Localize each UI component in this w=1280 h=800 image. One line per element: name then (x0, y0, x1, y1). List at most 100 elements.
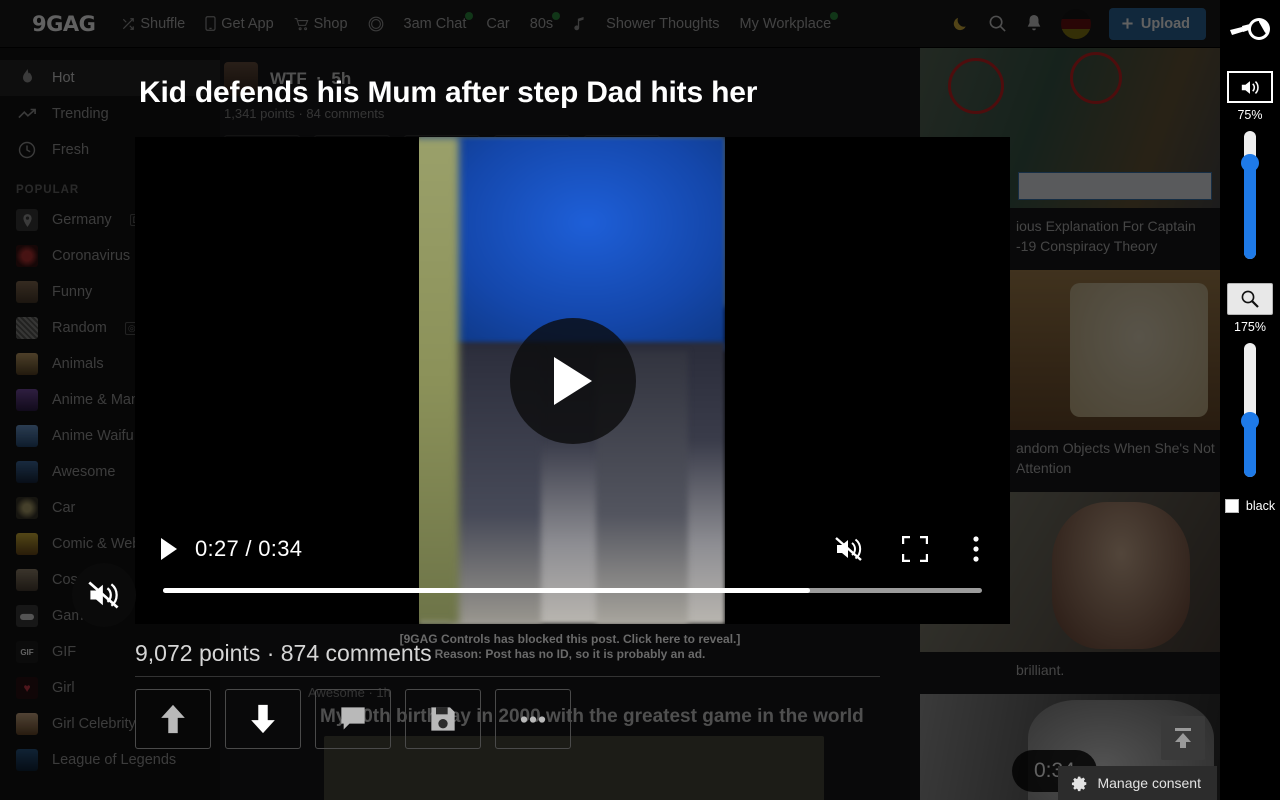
play-overlay-button[interactable] (509, 317, 636, 444)
nav-label: 3am Chat (403, 15, 467, 32)
plus-icon (1122, 18, 1133, 29)
header-nav: Shuffle Get App Shop 3am Chat Car 80s Sh… (121, 11, 951, 32)
gamepad-icon (16, 605, 38, 627)
play-button[interactable] (159, 537, 179, 561)
sidebar-item-label: Trending (52, 106, 109, 122)
volume-slider[interactable] (1241, 131, 1259, 259)
site-logo[interactable]: 9GAG (32, 12, 96, 36)
bell-icon[interactable] (1025, 14, 1043, 33)
comment-button[interactable] (315, 689, 391, 749)
controls-panel: 9 75% 175% black (1220, 0, 1280, 800)
location-pin-icon (16, 209, 38, 231)
checkbox-label: black (1245, 499, 1276, 513)
sidebar-item-label: Funny (52, 284, 93, 300)
new-indicator-dot (465, 11, 474, 20)
divider (135, 676, 880, 677)
site-header: 9GAG Shuffle Get App Shop 3am Chat Car 8… (0, 0, 1220, 48)
manage-consent-button[interactable]: Manage consent (1058, 766, 1217, 800)
arrow-down-icon (251, 704, 275, 734)
sidebar-item-label: Anime Waifu (52, 428, 134, 444)
9gag-controls-wrench-icon[interactable]: 9 (1228, 16, 1272, 57)
category-thumbnail (16, 533, 38, 555)
sidebar-item-label: Fresh (52, 142, 90, 158)
new-indicator-dot (552, 11, 561, 20)
muted-indicator[interactable] (72, 563, 136, 627)
sidebar-item-label: League of Legends (52, 752, 177, 768)
nav-item-car[interactable]: Car (486, 16, 509, 32)
floppy-disk-icon (431, 707, 455, 731)
zoom-slider-thumb[interactable] (1241, 412, 1259, 430)
category-thumbnail: GIF (16, 641, 38, 663)
nav-label: Car (486, 15, 510, 32)
flame-icon (16, 67, 38, 89)
nav-label: Shop (313, 15, 348, 32)
zoom-value: 175% (1234, 320, 1266, 334)
nav-item-80s[interactable]: 80s (529, 11, 561, 32)
checkbox-box[interactable] (1224, 499, 1239, 513)
video-time-display: 0:27 / 0:34 (195, 536, 303, 561)
manage-consent-label: Manage consent (1097, 775, 1201, 791)
music-note-icon (573, 16, 586, 31)
cart-icon (294, 17, 309, 31)
zoom-slider[interactable] (1241, 343, 1259, 477)
category-thumbnail (16, 245, 38, 267)
arrow-up-icon (161, 704, 185, 734)
category-thumbnail (16, 569, 38, 591)
avatar[interactable] (1060, 8, 1091, 39)
nav-item-my-workplace[interactable]: My Workplace (740, 11, 839, 32)
volume-muted-icon (88, 581, 119, 609)
speaker-icon (1241, 80, 1259, 94)
phone-icon (205, 16, 216, 31)
sidebar-item-label: Hot (52, 70, 75, 86)
speech-bubble-icon (341, 707, 365, 730)
search-icon[interactable] (988, 14, 1007, 33)
arrow-to-top-icon (1175, 728, 1191, 748)
sidebar-item-label: Animals (52, 356, 104, 372)
svg-text:9: 9 (1255, 23, 1262, 37)
nav-item-shower-thoughts[interactable]: Shower Thoughts (606, 16, 719, 32)
nav-label: Shuffle (140, 15, 186, 32)
lightbox-post-meta: 9,072 points · 874 comments (135, 640, 432, 666)
lightbox-title: Kid defends his Mum after step Dad hits … (139, 76, 758, 109)
header-actions: Upload (951, 7, 1206, 40)
nav-item-coin[interactable] (368, 16, 384, 32)
shuffle-icon (121, 17, 135, 31)
fullscreen-button[interactable] (902, 536, 928, 562)
sidebar-item-label: Girl Celebrity (52, 716, 136, 732)
upload-button[interactable]: Upload (1108, 7, 1206, 40)
moon-icon[interactable] (951, 14, 970, 33)
black-background-checkbox[interactable]: black (1224, 499, 1276, 513)
scroll-to-top-button[interactable] (1161, 716, 1205, 760)
nav-item-shuffle[interactable]: Shuffle (121, 16, 185, 32)
new-indicator-dot (830, 11, 839, 20)
sidebar-item-label: Girl (52, 680, 75, 696)
play-icon (161, 538, 177, 560)
nav-item-shop[interactable]: Shop (294, 16, 348, 32)
app-root: 9GAG Shuffle Get App Shop 3am Chat Car 8… (0, 0, 1280, 800)
volume-slider-thumb[interactable] (1241, 154, 1259, 172)
nav-item-3am-chat[interactable]: 3am Chat (403, 11, 474, 32)
nav-item-music[interactable] (573, 16, 586, 31)
gear-icon (1072, 776, 1087, 791)
sidebar-item-label: Comic & Web (52, 536, 141, 552)
nav-item-get-app[interactable]: Get App (205, 16, 274, 32)
video-player[interactable]: 0:27 / 0:34 (135, 137, 1010, 624)
sidebar-item-label: Random (52, 320, 107, 336)
trend-up-icon (16, 103, 38, 125)
video-progress-bar[interactable] (163, 588, 982, 593)
save-button[interactable] (405, 689, 481, 749)
video-controls-row: 0:27 / 0:34 (135, 523, 1010, 575)
thumbnail-caption[interactable]: brilliant. (920, 652, 1220, 690)
play-icon (553, 356, 592, 405)
lightbox-actions (135, 689, 571, 749)
video-menu-button[interactable] (972, 535, 980, 563)
upload-label: Upload (1140, 15, 1190, 32)
upvote-button[interactable] (135, 689, 211, 749)
nav-label: 80s (529, 15, 554, 32)
downvote-button[interactable] (225, 689, 301, 749)
nav-label: Shower Thoughts (606, 15, 720, 32)
mute-button[interactable] (834, 536, 864, 562)
more-button[interactable] (495, 689, 571, 749)
zoom-toggle-button[interactable] (1227, 283, 1273, 315)
volume-toggle-button[interactable] (1227, 71, 1273, 103)
